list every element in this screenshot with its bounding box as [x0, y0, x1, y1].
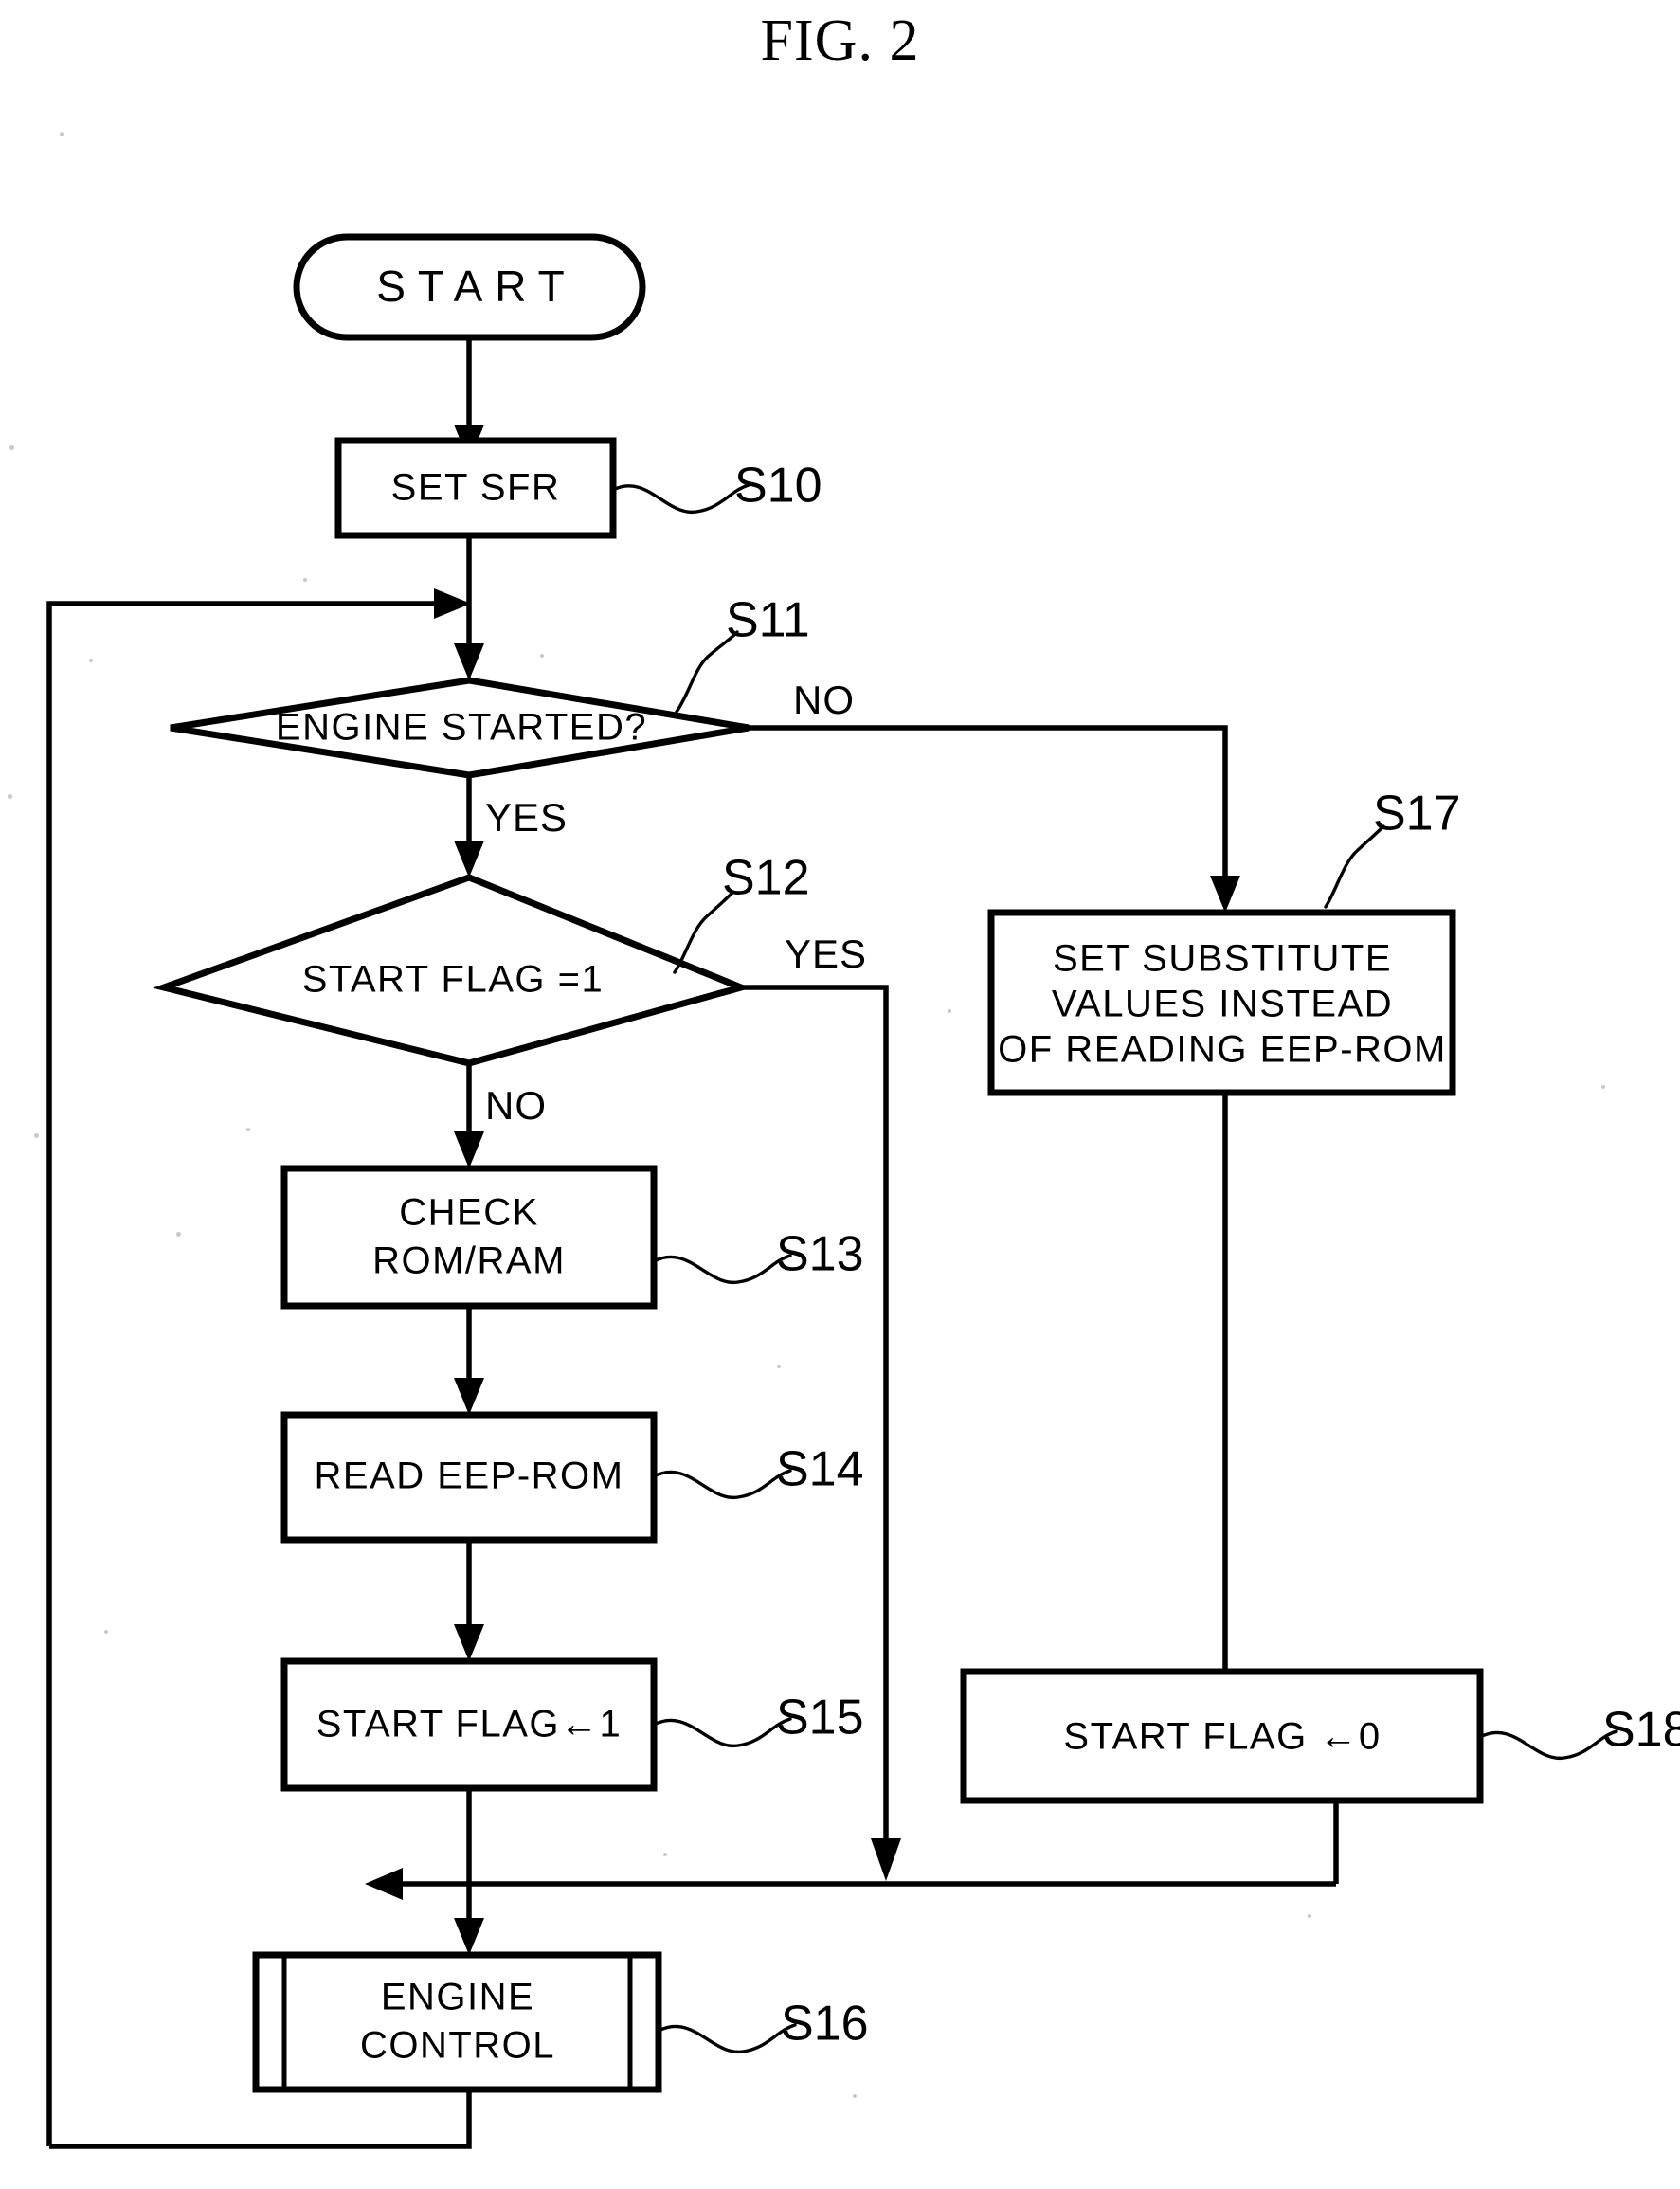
connector-s16-to-loop — [49, 2090, 472, 2149]
arrowhead-merge-bus — [365, 1868, 403, 1900]
s11-yes-branch-label: YES — [485, 795, 568, 840]
arrowhead-s13-to-s14 — [454, 1378, 484, 1415]
scan-speck — [34, 1133, 39, 1138]
s16-box-shape — [252, 1951, 662, 2093]
s17-label-line2: VALUES INSTEAD — [1052, 984, 1393, 1025]
scan-speck — [853, 2094, 857, 2098]
scan-speck — [948, 1009, 951, 1013]
s14-label: READ EEP-ROM — [315, 1456, 624, 1497]
s12-yes-branch-label: YES — [785, 932, 867, 976]
node-s15[interactable]: START FLAG←1 S15 — [280, 1657, 864, 1792]
s16-leader-line — [657, 2023, 797, 2053]
scan-speck — [246, 1128, 250, 1131]
s14-tag: S14 — [776, 1442, 864, 1497]
scan-speck — [176, 1232, 181, 1237]
start-label: START — [376, 262, 577, 311]
s12-label: START FLAG =1 — [302, 959, 605, 1001]
arrowhead-s11-no — [1210, 876, 1240, 913]
scan-speck — [540, 654, 544, 658]
flowchart-canvas: START SET SFR S10 ENGINE STARTED? S11 NO… — [46, 233, 1680, 2149]
s17-tag: S17 — [1373, 787, 1461, 841]
s16-label-line1: ENGINE — [381, 1977, 534, 2018]
s11-tag: S11 — [726, 593, 810, 648]
s10-tag: S10 — [734, 459, 822, 514]
s18-leader-line — [1478, 1729, 1618, 1760]
scan-speck — [8, 794, 12, 799]
figure-root: FIG. 2 START SET SFR S10 ENGINE STARTED?… — [0, 0, 1680, 2189]
s12-tag: S12 — [722, 851, 810, 906]
s15-leader-line — [652, 1717, 792, 1747]
scan-speck — [663, 1853, 667, 1856]
connector-layer — [46, 337, 1339, 2149]
node-s14[interactable]: READ EEP-ROM S14 — [280, 1411, 864, 1544]
s10-label: SET SFR — [391, 467, 561, 509]
s13-box-shape — [280, 1165, 658, 1310]
s15-tag: S15 — [776, 1691, 864, 1746]
s13-leader-line — [652, 1254, 792, 1284]
s11-label: ENGINE STARTED? — [276, 707, 647, 749]
scan-speck — [1308, 1914, 1311, 1918]
scan-speck — [9, 445, 14, 450]
s13-label-line2: ROM/RAM — [372, 1240, 566, 1282]
s14-leader-line — [652, 1469, 792, 1499]
arrowhead-s15-to-s16 — [454, 1918, 484, 1955]
s13-tag: S13 — [776, 1227, 864, 1282]
arrowhead-s14-to-s15 — [454, 1624, 484, 1661]
arrowhead-loop-return — [434, 588, 471, 619]
connector-s11-no-to-s17 — [749, 725, 1228, 896]
node-s11[interactable]: ENGINE STARTED? S11 NO YES — [170, 593, 855, 840]
arrowhead-s10-to-s11 — [454, 643, 484, 680]
scan-speck — [89, 659, 93, 662]
node-start[interactable]: START — [293, 233, 646, 341]
scan-speck — [303, 578, 307, 582]
s17-label-line1: SET SUBSTITUTE — [1053, 938, 1392, 980]
s18-tag: S18 — [1602, 1703, 1680, 1758]
s16-label-line2: CONTROL — [360, 2025, 555, 2067]
node-s10[interactable]: SET SFR S10 — [334, 437, 822, 539]
s15-label: START FLAG←1 — [316, 1704, 623, 1746]
node-s18[interactable]: START FLAG ←0 S18 — [960, 1668, 1680, 1804]
s18-label: START FLAG ←0 — [1063, 1716, 1381, 1758]
scan-speck — [1601, 1085, 1605, 1089]
s10-leader-line — [611, 483, 750, 514]
s13-label-line1: CHECK — [399, 1192, 539, 1234]
scan-speck — [104, 1630, 108, 1634]
scan-speck — [777, 1365, 781, 1368]
s11-no-branch-label: NO — [793, 678, 855, 722]
scan-speck — [60, 132, 64, 136]
arrowhead-s11-yes — [454, 841, 484, 877]
arrowhead-s12-no — [454, 1131, 484, 1168]
s16-tag: S16 — [781, 1997, 869, 2052]
node-s13[interactable]: CHECK ROM/RAM S13 — [280, 1165, 864, 1310]
s17-label-line3: OF READING EEP-ROM — [998, 1029, 1447, 1071]
arrowhead-s12-yes — [871, 1838, 901, 1881]
s12-no-branch-label: NO — [485, 1083, 547, 1128]
connector-loop-return — [46, 601, 453, 2146]
node-s16[interactable]: ENGINE CONTROL S16 — [252, 1951, 869, 2093]
